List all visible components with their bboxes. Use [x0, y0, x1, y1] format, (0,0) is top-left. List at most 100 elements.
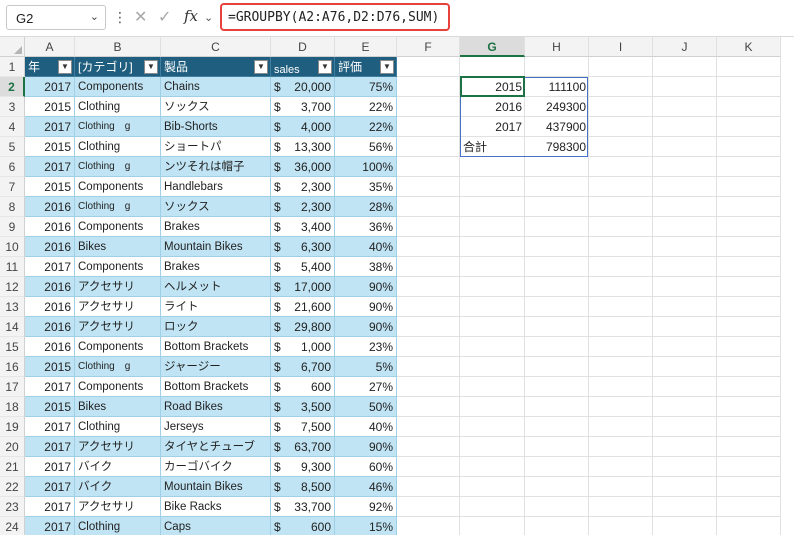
column-header-f[interactable]: F: [397, 37, 460, 57]
table-row-rating[interactable]: 90%: [335, 437, 397, 457]
table-row-category[interactable]: アクセサリ: [75, 277, 161, 297]
row-header-6[interactable]: 6: [0, 157, 25, 177]
cell[interactable]: [589, 277, 653, 297]
filter-dropdown-icon[interactable]: ▼: [144, 60, 158, 74]
table-row-rating[interactable]: 38%: [335, 257, 397, 277]
cell[interactable]: [525, 377, 589, 397]
cell[interactable]: [717, 257, 781, 277]
cell[interactable]: [717, 297, 781, 317]
cell[interactable]: [460, 397, 525, 417]
cell[interactable]: [717, 177, 781, 197]
table-row-product[interactable]: Brakes: [161, 217, 271, 237]
table-row-product[interactable]: Bike Racks: [161, 497, 271, 517]
cell[interactable]: [653, 157, 717, 177]
groupby-value[interactable]: 249300: [525, 97, 589, 117]
table-header-cell[interactable]: 評価 ▼: [335, 57, 397, 77]
table-row-year[interactable]: 2017: [25, 377, 75, 397]
row-header-12[interactable]: 12: [0, 277, 25, 297]
table-row-product[interactable]: Mountain Bikes: [161, 477, 271, 497]
row-header-20[interactable]: 20: [0, 437, 25, 457]
table-row-category[interactable]: Clothing g: [75, 117, 161, 137]
cell[interactable]: [653, 437, 717, 457]
table-row-rating[interactable]: 27%: [335, 377, 397, 397]
table-row-product[interactable]: カーゴバイク: [161, 457, 271, 477]
row-header-3[interactable]: 3: [0, 97, 25, 117]
row-header-10[interactable]: 10: [0, 237, 25, 257]
table-row-sales[interactable]: $2,300: [271, 177, 335, 197]
column-header-h[interactable]: H: [525, 37, 589, 57]
table-row-product[interactable]: タイヤとチューブ: [161, 437, 271, 457]
cell[interactable]: [460, 477, 525, 497]
table-row-year[interactable]: 2016: [25, 217, 75, 237]
table-row-sales[interactable]: $600: [271, 377, 335, 397]
cell[interactable]: [397, 197, 460, 217]
cell[interactable]: [653, 117, 717, 137]
table-row-sales[interactable]: $9,300: [271, 457, 335, 477]
row-header-24[interactable]: 24: [0, 517, 25, 535]
cell[interactable]: [589, 497, 653, 517]
cell[interactable]: [653, 397, 717, 417]
table-row-sales[interactable]: $2,300: [271, 197, 335, 217]
cell[interactable]: [397, 237, 460, 257]
table-row-year[interactable]: 2017: [25, 77, 75, 97]
table-row-rating[interactable]: 50%: [335, 397, 397, 417]
table-row-category[interactable]: Components: [75, 337, 161, 357]
table-row-product[interactable]: ライト: [161, 297, 271, 317]
table-row-sales[interactable]: $1,000: [271, 337, 335, 357]
row-header-11[interactable]: 11: [0, 257, 25, 277]
cell[interactable]: [717, 217, 781, 237]
table-row-product[interactable]: ロック: [161, 317, 271, 337]
column-header-i[interactable]: I: [589, 37, 653, 57]
cell[interactable]: [460, 357, 525, 377]
table-row-year[interactable]: 2015: [25, 137, 75, 157]
table-row-rating[interactable]: 40%: [335, 417, 397, 437]
cell[interactable]: [460, 297, 525, 317]
cell[interactable]: [717, 77, 781, 97]
table-row-year[interactable]: 2017: [25, 117, 75, 137]
cell[interactable]: [653, 257, 717, 277]
row-header-22[interactable]: 22: [0, 477, 25, 497]
cell[interactable]: [397, 117, 460, 137]
cell[interactable]: [397, 437, 460, 457]
cell[interactable]: [397, 77, 460, 97]
column-header-j[interactable]: J: [653, 37, 717, 57]
cell[interactable]: [717, 117, 781, 137]
table-row-product[interactable]: Road Bikes: [161, 397, 271, 417]
table-row-sales[interactable]: $36,000: [271, 157, 335, 177]
table-row-rating[interactable]: 5%: [335, 357, 397, 377]
cell[interactable]: [589, 517, 653, 535]
cell[interactable]: [525, 57, 589, 77]
cell[interactable]: [397, 517, 460, 535]
cell[interactable]: [653, 217, 717, 237]
cell[interactable]: [397, 457, 460, 477]
table-row-rating[interactable]: 46%: [335, 477, 397, 497]
filter-dropdown-icon[interactable]: ▼: [254, 60, 268, 74]
cell[interactable]: [589, 297, 653, 317]
cell[interactable]: [525, 437, 589, 457]
cell[interactable]: [525, 497, 589, 517]
table-row-product[interactable]: ソックス: [161, 197, 271, 217]
table-row-category[interactable]: Clothing: [75, 517, 161, 535]
table-row-category[interactable]: Components: [75, 257, 161, 277]
cell[interactable]: [589, 57, 653, 77]
cell[interactable]: [525, 337, 589, 357]
row-header-21[interactable]: 21: [0, 457, 25, 477]
table-row-sales[interactable]: $17,000: [271, 277, 335, 297]
row-header-18[interactable]: 18: [0, 397, 25, 417]
row-header-5[interactable]: 5: [0, 137, 25, 157]
table-row-category[interactable]: Clothing: [75, 417, 161, 437]
table-row-rating[interactable]: 35%: [335, 177, 397, 197]
table-row-rating[interactable]: 100%: [335, 157, 397, 177]
table-row-rating[interactable]: 15%: [335, 517, 397, 535]
cell[interactable]: [717, 417, 781, 437]
table-row-rating[interactable]: 90%: [335, 297, 397, 317]
cell[interactable]: [653, 177, 717, 197]
row-header-13[interactable]: 13: [0, 297, 25, 317]
table-row-category[interactable]: アクセサリ: [75, 497, 161, 517]
cell[interactable]: [589, 237, 653, 257]
cell[interactable]: [525, 477, 589, 497]
cell[interactable]: [589, 157, 653, 177]
cell[interactable]: [653, 77, 717, 97]
row-header-9[interactable]: 9: [0, 217, 25, 237]
table-row-category[interactable]: アクセサリ: [75, 317, 161, 337]
